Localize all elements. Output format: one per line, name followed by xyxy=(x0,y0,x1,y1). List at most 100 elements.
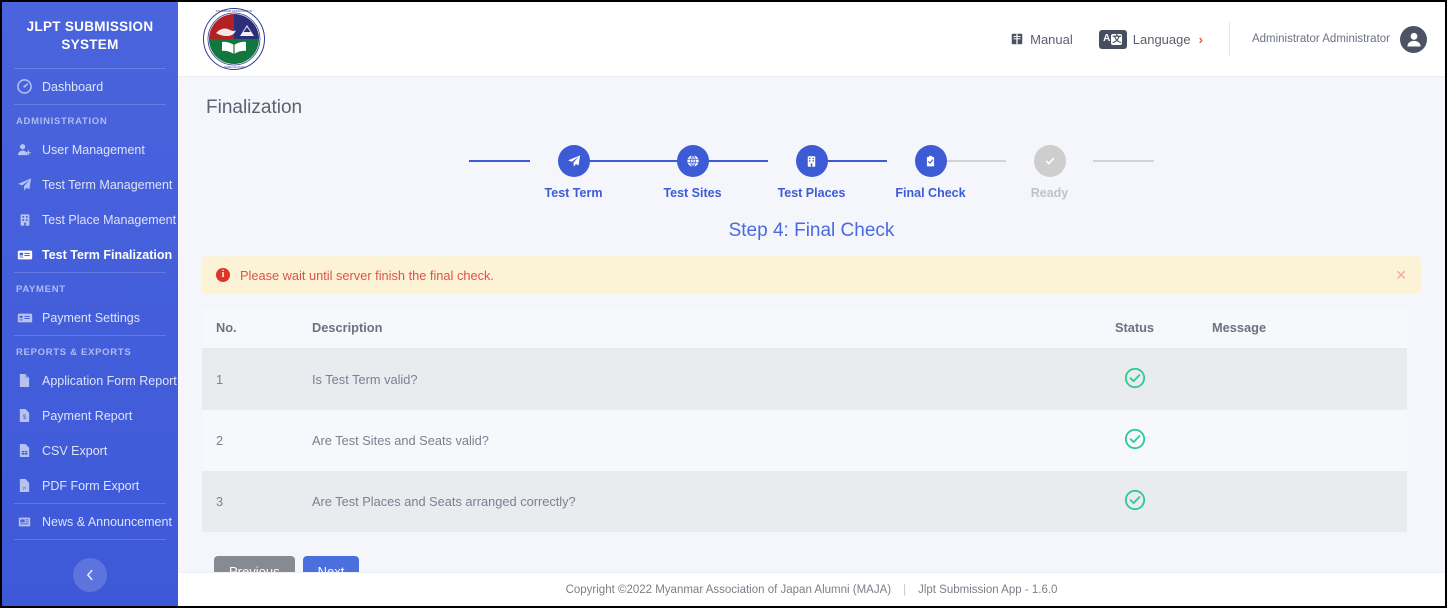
footer-separator: | xyxy=(903,583,907,596)
sidebar-item-label: User Management xyxy=(42,142,145,157)
sidebar-item-label: Test Place Management xyxy=(42,212,177,227)
sidebar-item-dashboard[interactable]: Dashboard xyxy=(2,69,178,104)
check-circle-icon xyxy=(1124,428,1146,453)
table-head: No. Description Status Message xyxy=(202,308,1407,349)
column-header-no: No. xyxy=(202,308,312,349)
sidebar-item-label: Test Term Management xyxy=(42,177,173,192)
step-test-sites[interactable]: Test Sites xyxy=(588,145,752,200)
file-icon xyxy=(16,372,33,389)
cell-message xyxy=(1212,410,1407,471)
step-final-check[interactable]: Final Check xyxy=(826,145,990,200)
sidebar-item-label: Payment Settings xyxy=(42,310,140,325)
sidebar-collapse-area xyxy=(2,540,178,593)
table-row: 1 Is Test Term valid? xyxy=(202,348,1407,410)
stepper-connector xyxy=(945,160,1006,162)
building-icon xyxy=(807,155,816,167)
user-add-icon xyxy=(16,141,33,158)
footer: Copyright ©2022 Myanmar Association of J… xyxy=(178,572,1445,606)
globe-icon xyxy=(686,155,699,167)
user-menu[interactable]: Administrator Administrator xyxy=(1251,25,1427,53)
sidebar-item-label: Test Term Finalization xyxy=(42,247,173,262)
table-body: 1 Is Test Term valid? 2 Are Test Sites a… xyxy=(202,348,1407,532)
payment-card-icon xyxy=(16,309,33,326)
building-icon xyxy=(16,211,33,228)
cell-status xyxy=(1057,471,1212,532)
column-header-status: Status xyxy=(1057,308,1212,349)
sidebar-item-label: PDF Form Export xyxy=(42,478,140,493)
sidebar-collapse-button[interactable] xyxy=(73,558,107,593)
footer-version: Jlpt Submission App - 1.6.0 xyxy=(918,583,1058,596)
file-pdf-icon: P xyxy=(16,477,33,494)
svg-text:MYANMAR ASSOCIATION: MYANMAR ASSOCIATION xyxy=(216,9,252,13)
warning-alert: i Please wait until server finish the fi… xyxy=(202,256,1421,294)
language-label: Language xyxy=(1132,31,1191,47)
sidebar-item-payment-report[interactable]: $ Payment Report xyxy=(2,398,178,433)
step-heading: Step 4: Final Check xyxy=(728,220,895,241)
sidebar-item-test-place-management[interactable]: Test Place Management xyxy=(2,202,178,237)
svg-text:P: P xyxy=(23,487,26,492)
stepper-connector-right xyxy=(1093,160,1154,162)
file-csv-icon xyxy=(16,442,33,459)
manual-link[interactable]: Manual xyxy=(1010,32,1073,47)
stepper-connector-left xyxy=(469,160,530,162)
cell-description: Is Test Term valid? xyxy=(312,348,1057,410)
table-row: 2 Are Test Sites and Seats valid? xyxy=(202,410,1407,471)
top-bar-right: Manual A文 Language › Administrator Admin… xyxy=(984,22,1427,56)
sidebar-item-pdf-form-export[interactable]: P PDF Form Export xyxy=(2,468,178,503)
sidebar-item-label: CSV Export xyxy=(42,443,108,458)
table-header-row: No. Description Status Message xyxy=(202,308,1407,349)
sidebar-section-reports: REPORTS & EXPORTS xyxy=(16,347,132,359)
step-circle xyxy=(1033,145,1066,177)
main-area: MYANMAR ASSOCIATION JAPAN ALUMNI Manual … xyxy=(178,2,1445,606)
dashboard-icon xyxy=(16,78,33,95)
check-icon xyxy=(1045,157,1054,165)
stepper-steps: Test Term Test Sites Test Places Final C… xyxy=(469,145,1154,200)
sidebar-section-payment: PAYMENT xyxy=(16,284,66,296)
avatar[interactable] xyxy=(1400,25,1427,53)
stepper-connector xyxy=(588,160,649,162)
content-area: Test Term Test Sites Test Places Final C… xyxy=(178,119,1445,587)
step-circle xyxy=(676,145,709,177)
stepper-connector xyxy=(707,160,768,162)
step-label: Test Places xyxy=(777,186,846,200)
check-circle-icon xyxy=(1124,489,1146,514)
step-label: Ready xyxy=(1030,186,1069,200)
user-name-label: Administrator Administrator xyxy=(1251,33,1390,45)
final-check-table: No. Description Status Message 1 Is Test… xyxy=(202,308,1407,532)
step-circle xyxy=(795,145,828,177)
translate-icon-kanji: 文 xyxy=(1111,33,1123,45)
sidebar-item-application-form-report[interactable]: Application Form Report xyxy=(2,363,178,398)
book-icon xyxy=(1011,33,1023,45)
sidebar-item-label: Dashboard xyxy=(42,79,104,94)
app-brand-title: JLPT SUBMISSION SYSTEM xyxy=(26,19,154,53)
sidebar: JLPT SUBMISSION SYSTEM Dashboard ADMINIS… xyxy=(2,2,178,606)
step-label: Test Term xyxy=(544,186,603,200)
sidebar-item-csv-export[interactable]: CSV Export xyxy=(2,433,178,468)
sidebar-item-news-announcement[interactable]: News & Announcement xyxy=(2,504,178,539)
cell-status xyxy=(1057,348,1212,410)
sidebar-item-user-management[interactable]: User Management xyxy=(2,132,178,167)
sidebar-item-payment-settings[interactable]: Payment Settings xyxy=(2,300,178,335)
info-icon: i xyxy=(216,268,230,282)
language-selector[interactable]: A文 Language › xyxy=(1098,29,1203,49)
cell-description: Are Test Sites and Seats valid? xyxy=(312,410,1057,471)
step-test-term[interactable]: Test Term xyxy=(469,145,678,200)
translate-icon-a: A xyxy=(1103,33,1111,44)
translate-icon: A文 xyxy=(1098,29,1127,49)
paper-plane-icon xyxy=(567,155,580,167)
sidebar-item-test-term-finalization[interactable]: Test Term Finalization xyxy=(2,237,178,272)
cell-message xyxy=(1212,348,1407,410)
alert-close-button[interactable]: ✕ xyxy=(1395,268,1407,282)
alert-message: Please wait until server finish the fina… xyxy=(240,267,494,283)
step-ready[interactable]: Ready xyxy=(945,145,1154,200)
step-test-places[interactable]: Test Places xyxy=(707,145,871,200)
sidebar-item-test-term-management[interactable]: Test Term Management xyxy=(2,167,178,202)
sidebar-item-label: Payment Report xyxy=(42,408,133,423)
chevron-left-icon xyxy=(87,570,93,581)
svg-text:$: $ xyxy=(23,415,27,422)
table-row: 3 Are Test Places and Seats arranged cor… xyxy=(202,471,1407,532)
sidebar-section-administration: ADMINISTRATION xyxy=(16,116,108,128)
cell-no: 2 xyxy=(202,410,312,471)
step-label: Test Sites xyxy=(663,186,722,200)
sidebar-item-label: Application Form Report xyxy=(42,373,177,388)
